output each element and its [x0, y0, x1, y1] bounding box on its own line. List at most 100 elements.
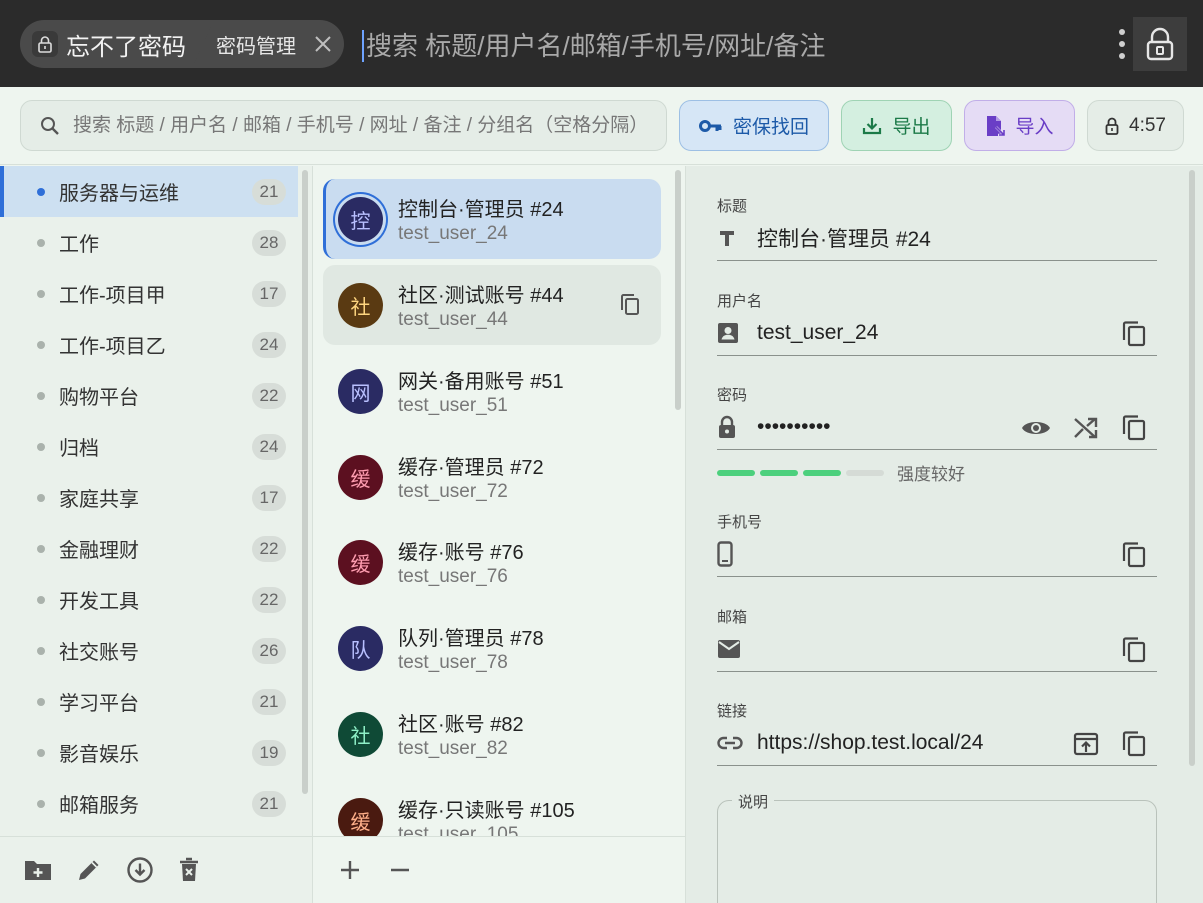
- entry-scrollbar[interactable]: [675, 170, 681, 410]
- group-dot: [37, 493, 45, 502]
- password-row[interactable]: ••••••••••: [717, 404, 1157, 450]
- group-dot: [37, 340, 45, 349]
- shuffle-icon[interactable]: [1073, 416, 1099, 440]
- group-item[interactable]: 家庭共享 17: [0, 472, 298, 523]
- search-icon: [39, 115, 61, 137]
- email-row[interactable]: [717, 626, 1157, 672]
- group-actions: [0, 836, 313, 903]
- copy-icon[interactable]: [619, 293, 641, 317]
- group-name: 学习平台: [59, 693, 139, 715]
- lock-app-button[interactable]: [1133, 17, 1187, 71]
- group-item[interactable]: 服务器与运维 21: [0, 166, 298, 217]
- delete-icon[interactable]: [178, 857, 200, 883]
- search-box[interactable]: [20, 100, 667, 151]
- field-label: 手机号: [717, 514, 763, 531]
- link-value[interactable]: https://shop.test.local/24: [757, 731, 983, 755]
- copy-icon[interactable]: [1121, 414, 1147, 442]
- group-item[interactable]: 工作-项目甲 17: [0, 268, 298, 319]
- app-lock-icon: [32, 31, 58, 57]
- link-row[interactable]: https://shop.test.local/24: [717, 720, 1157, 766]
- download-circle-icon[interactable]: [126, 856, 154, 884]
- group-name: 家庭共享: [59, 489, 139, 511]
- group-item[interactable]: 邮箱服务 21: [0, 778, 298, 829]
- copy-icon[interactable]: [1121, 320, 1147, 348]
- group-count: 21: [252, 178, 286, 205]
- username-field: 用户名 test_user_24: [717, 290, 1157, 356]
- copy-icon[interactable]: [1121, 636, 1147, 664]
- autolock-timer-button[interactable]: 4:57: [1087, 100, 1184, 151]
- text-format-icon: [717, 228, 745, 248]
- note-textarea[interactable]: 说明: [717, 791, 1157, 903]
- group-item[interactable]: 开发工具 22: [0, 574, 298, 625]
- top-search[interactable]: [362, 26, 1082, 66]
- entry-title: 社区·测试账号 #44: [398, 285, 564, 307]
- entry-avatar: 缓: [338, 540, 383, 585]
- entry-item[interactable]: 社 社区·账号 #82 test_user_82: [323, 694, 661, 774]
- entry-username: test_user_72: [398, 481, 508, 502]
- password-strength: 强度较好: [717, 460, 965, 485]
- group-scrollbar[interactable]: [302, 170, 308, 794]
- export-button[interactable]: 导出: [841, 100, 952, 151]
- add-icon[interactable]: [337, 857, 363, 883]
- group-name: 工作-项目甲: [59, 285, 166, 307]
- entry-username: test_user_105: [398, 824, 519, 836]
- entry-item[interactable]: 缓 缓存·只读账号 #105 test_user_105: [323, 780, 661, 836]
- search-input[interactable]: [73, 114, 653, 137]
- title-row[interactable]: 控制台·管理员 #24: [717, 215, 1157, 261]
- username-row[interactable]: test_user_24: [717, 310, 1157, 356]
- entry-item[interactable]: 队 队列·管理员 #78 test_user_78: [323, 608, 661, 688]
- title-field: 标题 控制台·管理员 #24: [717, 195, 1157, 261]
- entry-title: 控制台·管理员 #24: [398, 199, 564, 221]
- new-folder-icon[interactable]: [24, 858, 52, 882]
- copy-icon[interactable]: [1121, 730, 1147, 758]
- group-item[interactable]: 金融理财 22: [0, 523, 298, 574]
- eye-icon[interactable]: [1021, 417, 1051, 439]
- top-search-input[interactable]: [366, 30, 1066, 62]
- group-item[interactable]: 归档 24: [0, 421, 298, 472]
- entry-title: 网关·备用账号 #51: [398, 371, 564, 393]
- close-tab-icon[interactable]: [312, 33, 334, 55]
- group-count: 19: [252, 739, 286, 766]
- username-actions: [1121, 320, 1147, 348]
- group-item[interactable]: 购物平台 22: [0, 370, 298, 421]
- entry-item[interactable]: 网 网关·备用账号 #51 test_user_51: [323, 351, 661, 431]
- entry-list: 控 控制台·管理员 #24 test_user_24 社 社区·测试账号 #44…: [313, 166, 686, 836]
- app-tab[interactable]: 忘不了密码: [20, 20, 220, 68]
- entry-item[interactable]: 缓 缓存·账号 #76 test_user_76: [323, 522, 661, 602]
- import-button[interactable]: 导入: [964, 100, 1075, 151]
- phone-icon: [717, 540, 745, 567]
- remove-icon[interactable]: [387, 857, 413, 883]
- group-dot: [37, 442, 45, 451]
- group-name: 工作: [59, 234, 99, 256]
- entry-username: test_user_78: [398, 652, 508, 673]
- link-actions: [1073, 730, 1147, 758]
- tab-password-manager[interactable]: 密码管理: [192, 20, 344, 68]
- group-count: 26: [252, 637, 286, 664]
- group-count: 17: [252, 280, 286, 307]
- group-item[interactable]: 社交账号 26: [0, 625, 298, 676]
- group-item[interactable]: 工作-项目乙 24: [0, 319, 298, 370]
- group-item[interactable]: 影音娱乐 19: [0, 727, 298, 778]
- group-item[interactable]: 工作 28: [0, 217, 298, 268]
- timer-value: 4:57: [1129, 114, 1166, 136]
- strength-segment: [846, 469, 884, 476]
- entry-item[interactable]: 社 社区·测试账号 #44 test_user_44: [323, 265, 661, 345]
- phone-row[interactable]: [717, 531, 1157, 577]
- open-link-icon[interactable]: [1073, 732, 1099, 756]
- title-value[interactable]: 控制台·管理员 #24: [757, 223, 931, 253]
- username-value[interactable]: test_user_24: [757, 321, 878, 345]
- entry-item[interactable]: 控 控制台·管理员 #24 test_user_24: [323, 179, 661, 259]
- recover-button[interactable]: 密保找回: [679, 100, 829, 151]
- link-field: 链接 https://shop.test.local/24: [717, 700, 1157, 766]
- edit-icon[interactable]: [76, 857, 102, 883]
- group-name: 社交账号: [59, 642, 139, 664]
- copy-icon[interactable]: [1121, 541, 1147, 569]
- group-item[interactable]: 学习平台 21: [0, 676, 298, 727]
- detail-scrollbar[interactable]: [1189, 170, 1195, 766]
- link-icon: [717, 736, 745, 750]
- group-count: 21: [252, 790, 286, 817]
- more-menu-icon[interactable]: [1110, 26, 1134, 62]
- field-label: 用户名: [717, 293, 763, 310]
- password-value[interactable]: ••••••••••: [757, 415, 831, 439]
- entry-item[interactable]: 缓 缓存·管理员 #72 test_user_72: [323, 437, 661, 517]
